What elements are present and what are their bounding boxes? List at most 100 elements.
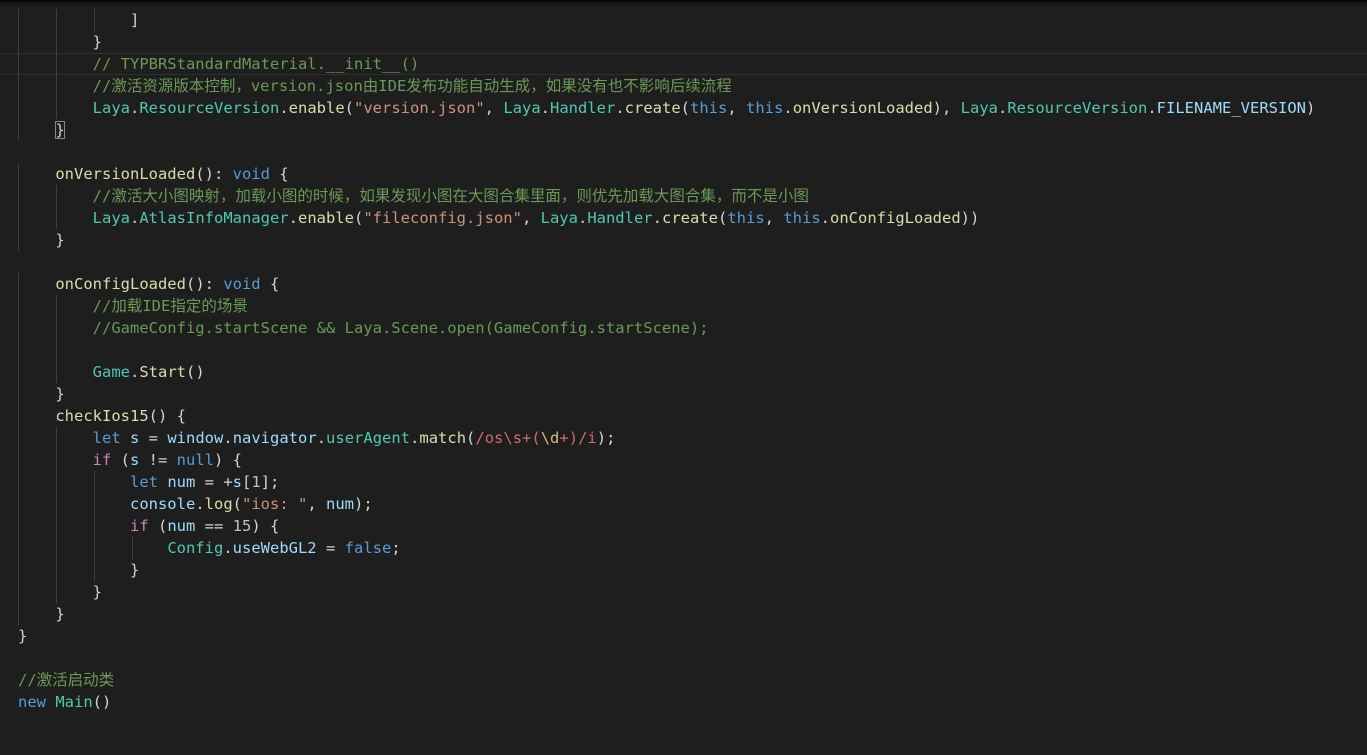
code-line[interactable]: Laya.AtlasInfoManager.enable("fileconfig… [0,207,1367,229]
code-line[interactable]: //激活大小图映射，加载小图的时候，如果发现小图在大图合集里面，则优先加载大图合… [0,185,1367,207]
code-token: AtlasInfoManager [139,209,289,227]
code-line[interactable] [0,339,1367,361]
indent-guide [94,515,95,537]
code-token: . [129,209,140,227]
code-line[interactable]: //激活资源版本控制，version.json由IDE发布功能自动生成，如果没有… [0,75,1367,97]
code-line[interactable]: console.log("ios: ", num); [0,493,1367,515]
code-token: //GameConfig.startScene && Laya.Scene.op… [92,319,709,337]
code-line[interactable]: let num = +s[1]; [0,471,1367,493]
code-token: FILENAME_VERSION [1156,99,1306,117]
code-line[interactable]: } [0,559,1367,581]
indent-guide [18,405,19,427]
code-token: Laya [960,99,998,117]
code-line[interactable]: if (s != null) { [0,449,1367,471]
code-line[interactable] [0,647,1367,669]
code-token: ( [717,209,728,227]
code-token: 1 [251,473,261,491]
code-line[interactable]: } [0,229,1367,251]
code-token: this [690,99,728,117]
code-token: Laya [503,99,541,117]
code-token: () [186,363,205,381]
code-token: ; [391,539,401,557]
code-token: . [783,99,793,117]
code-token: . [223,429,233,447]
code-token: navigator [232,429,317,447]
code-line[interactable]: } [0,603,1367,625]
code-token: checkIos15 [55,407,149,425]
indent-guide [56,207,57,229]
code-token: "fileconfig.json" [363,209,522,227]
indent-guide [56,559,57,581]
indent-guide [18,603,19,625]
code-token: void [232,165,270,183]
code-token: . [1147,99,1157,117]
indent-guide [18,339,19,361]
code-token: ResourceVersion [139,99,280,117]
code-token: false [344,539,392,557]
code-line[interactable] [0,141,1367,163]
code-line[interactable]: //激活启动类 [0,669,1367,691]
code-lines[interactable]: ] } // TYPBRStandardMaterial.__init__() … [0,9,1367,713]
code-token: Config [167,539,224,557]
indent-guide [18,581,19,603]
code-line[interactable]: Config.useWebGL2 = false; [0,537,1367,559]
code-token: = [316,539,345,557]
indent-guide [18,9,19,31]
code-token: } [55,385,65,403]
code-line[interactable] [0,251,1367,273]
code-line[interactable]: onVersionLoaded(): void { [0,163,1367,185]
code-token: Game [92,363,130,381]
code-token: this [783,209,821,227]
code-line[interactable]: ] [0,9,1367,31]
code-token: ); [596,429,616,447]
code-line[interactable]: //加载IDE指定的场景 [0,295,1367,317]
indent-guide [18,383,19,405]
code-token: match [419,429,467,447]
indent-guide [18,53,19,75]
indent-guide [56,493,57,515]
code-token: , [521,209,541,227]
indent-guide [18,119,19,141]
code-token: ( [111,451,130,469]
code-token: onConfigLoaded [830,209,961,227]
code-token: . [129,99,140,117]
code-token: != [139,451,177,469]
code-line[interactable]: } [0,625,1367,647]
code-line[interactable]: let s = window.navigator.userAgent.match… [0,427,1367,449]
code-line[interactable]: if (num == 15) { [0,515,1367,537]
code-token: num [167,517,196,535]
code-line[interactable]: //GameConfig.startScene && Laya.Scene.op… [0,317,1367,339]
code-token: console [129,495,196,513]
code-token: } [55,231,65,249]
code-token: log [204,495,233,513]
code-token: )) [960,209,980,227]
code-line[interactable]: onConfigLoaded(): void { [0,273,1367,295]
code-line[interactable]: new Main() [0,691,1367,713]
code-token: (): [185,275,224,293]
code-token: enable [288,99,345,117]
code-token: userAgent [326,429,411,447]
code-line[interactable]: Game.Start() [0,361,1367,383]
indent-guide [18,449,19,471]
code-token: } [18,627,28,645]
code-token: . [820,209,830,227]
code-line[interactable]: } [0,119,1367,141]
code-line[interactable]: checkIos15() { [0,405,1367,427]
code-token: } [92,33,102,51]
code-line[interactable]: Laya.ResourceVersion.enable("version.jso… [0,97,1367,119]
code-line[interactable]: } [0,383,1367,405]
code-token: . [288,209,298,227]
code-line[interactable]: } [0,31,1367,53]
code-token: Main [55,693,93,711]
code-token: Laya [92,99,130,117]
indent-guide [18,559,19,581]
code-line[interactable]: // TYPBRStandardMaterial.__init__() [0,53,1367,75]
code-line[interactable]: } [0,581,1367,603]
indent-guide [132,537,133,559]
code-token: create [661,209,718,227]
code-editor[interactable]: ] } // TYPBRStandardMaterial.__init__() … [0,0,1367,755]
